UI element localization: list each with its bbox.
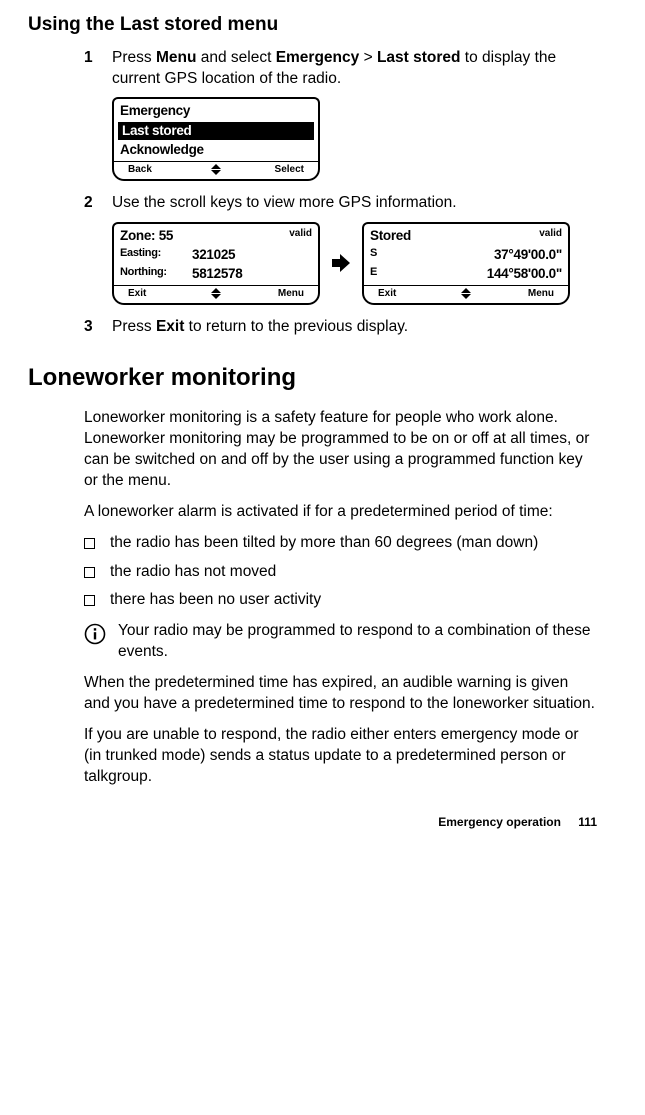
main-heading: Loneworker monitoring: [28, 362, 597, 394]
text: >: [359, 49, 377, 66]
softkey-select: Select: [275, 163, 304, 177]
bullet-list: the radio has been tilted by more than 6…: [84, 533, 597, 612]
text-bold: Last stored: [377, 49, 461, 66]
arrow-right-icon: [330, 252, 352, 274]
lcd-lon-label: E: [370, 265, 410, 283]
lcd-emergency-menu: Emergency Last stored Acknowledge Back S…: [112, 97, 320, 180]
text: and select: [196, 49, 275, 66]
lcd-zone-screen: Zone: 55 valid Easting:321025 Northing:5…: [112, 222, 320, 305]
lcd-northing-label: Northing:: [120, 265, 192, 283]
softkey-exit: Exit: [378, 287, 396, 301]
text-bold: Emergency: [276, 49, 360, 66]
info-icon: [84, 623, 112, 645]
list-item: the radio has not moved: [84, 562, 597, 583]
list-item: there has been no user activity: [84, 590, 597, 611]
lcd-lon-value: 144°58'00.0": [410, 265, 562, 283]
scroll-indicator-icon: [211, 288, 221, 299]
paragraph: A loneworker alarm is activated if for a…: [84, 502, 597, 523]
step-number: 3: [84, 317, 112, 338]
lcd-lat-label: S: [370, 246, 410, 264]
page-footer: Emergency operation 111: [28, 814, 597, 830]
list-item: the radio has been tilted by more than 6…: [84, 533, 597, 554]
lcd-title: Stored: [368, 227, 564, 245]
text-bold: Menu: [156, 49, 196, 66]
step-number: 1: [84, 48, 112, 90]
lcd-stored-screen: Stored valid S37°49'00.0" E144°58'00.0" …: [362, 222, 570, 305]
lcd-title: Zone: 55: [118, 227, 314, 245]
softkey-back: Back: [128, 163, 152, 177]
text: Press: [112, 318, 156, 335]
softkey-exit: Exit: [128, 287, 146, 301]
section-heading: Using the Last stored menu: [28, 12, 597, 38]
paragraph: Loneworker monitoring is a safety featur…: [84, 408, 597, 492]
softkey-menu: Menu: [528, 287, 554, 301]
text-bold: Exit: [156, 318, 184, 335]
lcd-screenshot-1: Emergency Last stored Acknowledge Back S…: [112, 97, 597, 180]
info-text: Your radio may be programmed to respond …: [118, 621, 597, 663]
lcd-lat-value: 37°49'00.0": [410, 246, 562, 264]
step-3: 3 Press Exit to return to the previous d…: [84, 317, 597, 338]
scroll-indicator-icon: [461, 288, 471, 299]
info-note: Your radio may be programmed to respond …: [84, 621, 597, 663]
lcd-easting-value: 321025: [192, 246, 312, 264]
lcd-selected-item: Last stored: [118, 122, 314, 140]
lcd-title: Emergency: [118, 102, 314, 120]
lcd-valid-label: valid: [289, 227, 312, 241]
paragraph: If you are unable to respond, the radio …: [84, 725, 597, 788]
lcd-screenshot-row-2: Zone: 55 valid Easting:321025 Northing:5…: [112, 222, 597, 305]
lcd-item: Acknowledge: [118, 141, 314, 159]
scroll-indicator-icon: [211, 164, 221, 175]
lcd-valid-label: valid: [539, 227, 562, 241]
footer-section-label: Emergency operation: [438, 815, 561, 829]
paragraph: When the predetermined time has expired,…: [84, 673, 597, 715]
lcd-easting-label: Easting:: [120, 246, 192, 264]
step-text: Press Menu and select Emergency > Last s…: [112, 48, 597, 90]
lcd-northing-value: 5812578: [192, 265, 312, 283]
step-2: 2 Use the scroll keys to view more GPS i…: [84, 193, 597, 214]
step-1: 1 Press Menu and select Emergency > Last…: [84, 48, 597, 90]
text: Press: [112, 49, 156, 66]
page-number: 111: [578, 815, 597, 829]
step-number: 2: [84, 193, 112, 214]
text: to return to the previous display.: [184, 318, 408, 335]
step-text: Use the scroll keys to view more GPS inf…: [112, 193, 597, 214]
step-text: Press Exit to return to the previous dis…: [112, 317, 597, 338]
softkey-menu: Menu: [278, 287, 304, 301]
